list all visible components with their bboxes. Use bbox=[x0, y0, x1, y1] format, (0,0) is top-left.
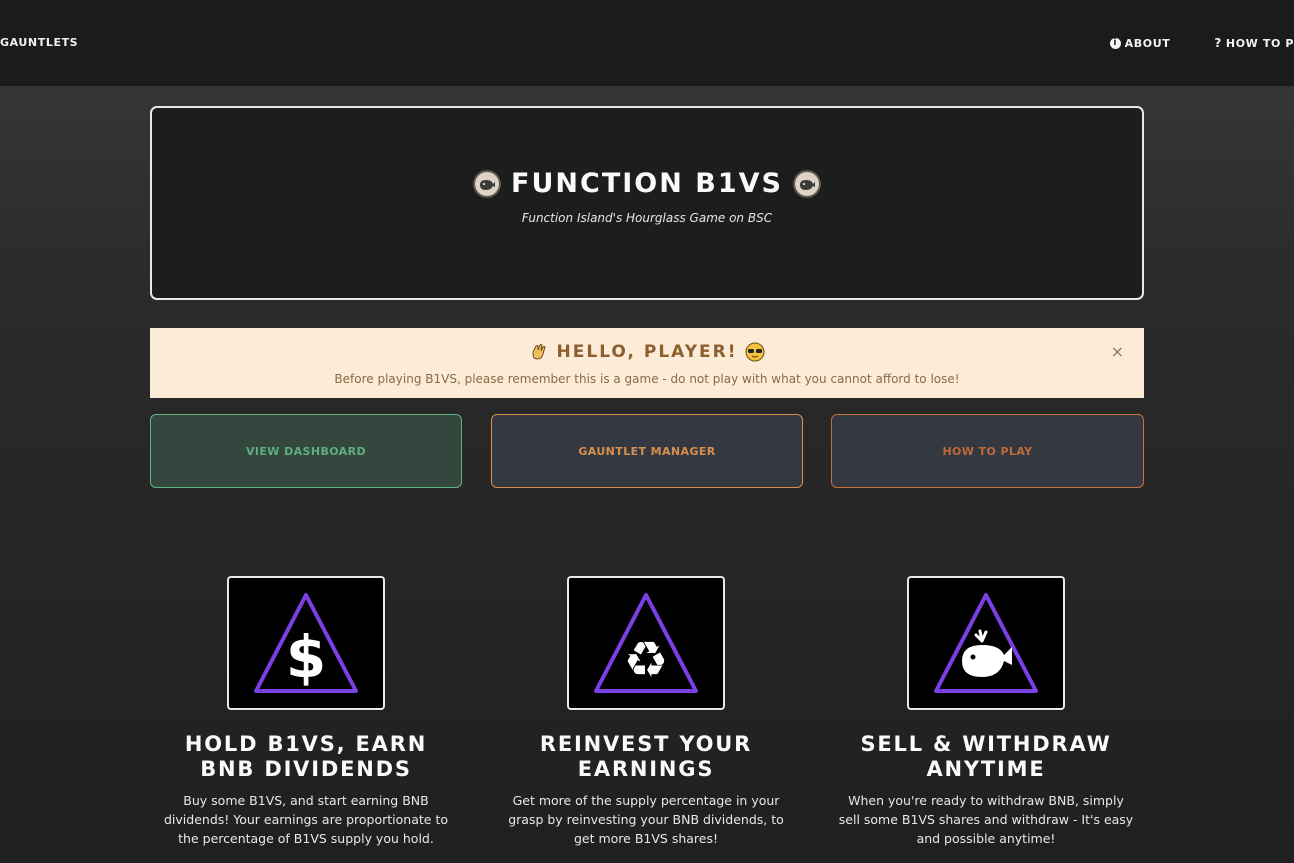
nav-howto-link[interactable]: ? HOW TO P bbox=[1214, 36, 1294, 50]
alert-title-row: HELLO, PLAYER! bbox=[150, 342, 1144, 362]
nav-about-label: ABOUT bbox=[1124, 36, 1171, 50]
warning-alert: HELLO, PLAYER! Before playing B1VS, plea… bbox=[150, 328, 1144, 398]
hero-title: FUNCTION B1VS bbox=[511, 168, 783, 199]
whale-icon bbox=[907, 576, 1065, 710]
nav-gauntlets-link[interactable]: GAUNTLETS bbox=[0, 36, 78, 49]
how-to-play-button[interactable]: HOW TO PLAY bbox=[831, 414, 1144, 488]
feature-hold-earn: $ HOLD B1VS, EARN BNB DIVIDENDS Buy some… bbox=[156, 576, 456, 848]
info-icon: i bbox=[1109, 37, 1121, 49]
top-navbar: GAUNTLETS i ABOUT ? HOW TO P bbox=[0, 0, 1294, 86]
feature-title: REINVEST YOUR EARNINGS bbox=[539, 732, 753, 781]
alert-message: Before playing B1VS, please remember thi… bbox=[334, 372, 960, 386]
sunglasses-face-icon bbox=[745, 342, 765, 362]
dollar-icon: $ bbox=[227, 576, 385, 710]
hero-subtitle: Function Island's Hourglass Game on BSC bbox=[521, 211, 773, 225]
recycle-icon: ♻ bbox=[567, 576, 725, 710]
svg-text:♻: ♻ bbox=[624, 631, 669, 689]
nav-howto-label: HOW TO P bbox=[1225, 36, 1294, 50]
view-dashboard-button[interactable]: VIEW DASHBOARD bbox=[150, 414, 462, 488]
feature-title: SELL & WITHDRAW ANYTIME bbox=[860, 732, 1112, 781]
whale-logo-icon bbox=[473, 169, 502, 198]
nav-right-group: i ABOUT ? HOW TO P bbox=[1109, 36, 1294, 50]
nav-gauntlets-label: GAUNTLETS bbox=[0, 36, 79, 49]
nav-about-link[interactable]: i ABOUT bbox=[1109, 36, 1171, 50]
feature-sell-withdraw: SELL & WITHDRAW ANYTIME When you're read… bbox=[836, 576, 1136, 848]
hero-title-row: FUNCTION B1VS bbox=[152, 168, 1142, 199]
feature-description: Get more of the supply percentage in you… bbox=[508, 793, 784, 846]
question-icon: ? bbox=[1214, 36, 1222, 50]
waving-hand-icon bbox=[529, 342, 549, 362]
feature-reinvest: ♻ REINVEST YOUR EARNINGS Get more of the… bbox=[496, 576, 796, 848]
alert-title: HELLO, PLAYER! bbox=[556, 342, 738, 362]
whale-logo-icon bbox=[792, 169, 821, 198]
alert-close-button[interactable]: × bbox=[1111, 342, 1124, 361]
feature-title: HOLD B1VS, EARN BNB DIVIDENDS bbox=[184, 732, 428, 781]
svg-text:$: $ bbox=[286, 623, 326, 691]
hero-banner: FUNCTION B1VS Function Island's Hourglas… bbox=[150, 106, 1144, 300]
gauntlet-manager-button[interactable]: GAUNTLET MANAGER bbox=[491, 414, 803, 488]
feature-description: When you're ready to withdraw BNB, simpl… bbox=[838, 793, 1134, 846]
feature-description: Buy some B1VS, and start earning BNB div… bbox=[164, 793, 448, 846]
